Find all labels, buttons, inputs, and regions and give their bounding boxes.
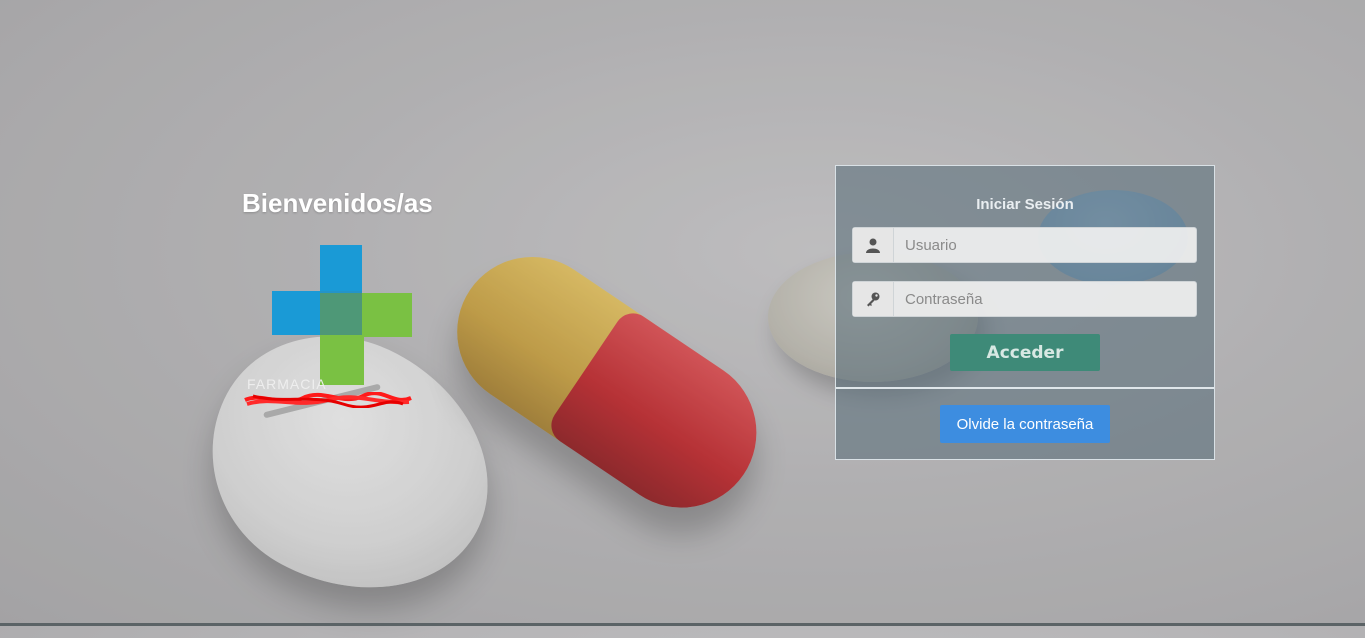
login-form: Iniciar Sesión Acceder — [836, 166, 1214, 388]
welcome-heading: Bienvenidos/as — [242, 188, 433, 218]
password-field[interactable] — [852, 281, 1197, 317]
username-input[interactable] — [894, 228, 1194, 262]
redaction-scribble — [244, 392, 412, 408]
username-field[interactable] — [852, 227, 1197, 263]
key-icon — [853, 282, 894, 316]
login-title: Iniciar Sesión — [976, 196, 1074, 213]
password-input[interactable] — [894, 282, 1194, 316]
forgot-password-button[interactable]: Olvide la contraseña — [940, 405, 1110, 443]
login-panel: Iniciar Sesión Acceder Olvide la — [835, 165, 1215, 460]
logo-text: FARMACIA — [247, 376, 327, 392]
user-icon — [853, 228, 894, 262]
login-button[interactable]: Acceder — [950, 334, 1100, 371]
panel-divider — [836, 387, 1214, 389]
